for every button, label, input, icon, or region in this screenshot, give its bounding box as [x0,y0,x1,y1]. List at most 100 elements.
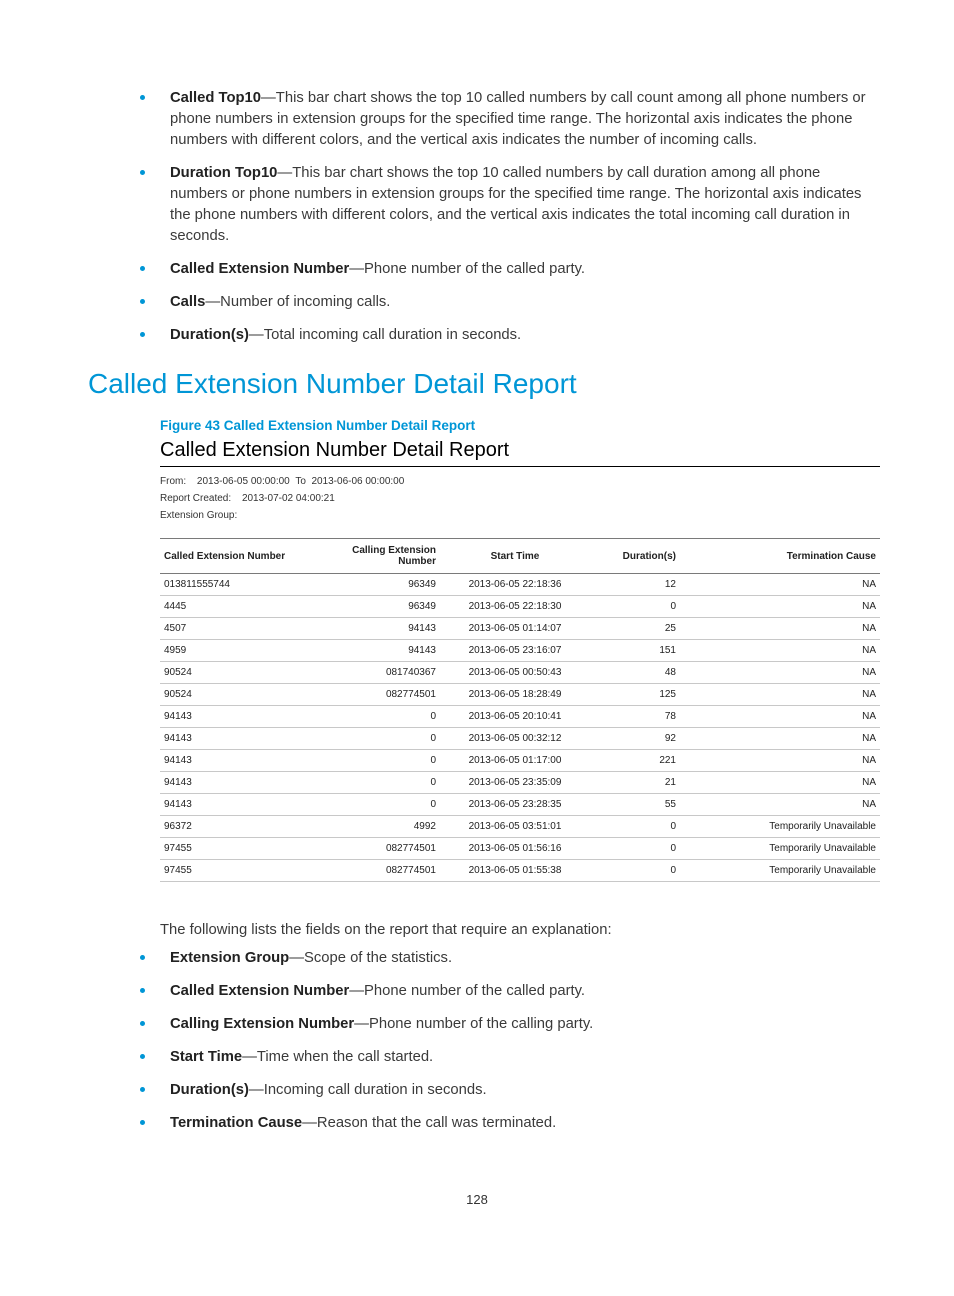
term-desc: —Incoming call duration in seconds. [249,1082,487,1098]
term: Start Time [170,1049,242,1065]
table-cell: NA [680,772,880,794]
term-desc: —This bar chart shows the top 10 called … [170,90,866,148]
from-value: 2013-06-05 00:00:00 [197,476,290,487]
table-cell: 2013-06-05 01:55:38 [440,860,590,882]
table-cell: 12 [590,574,680,596]
term: Duration(s) [170,327,249,343]
list-item: Duration(s)—Total incoming call duration… [140,325,866,346]
table-cell: 96372 [160,816,310,838]
list-item: Called Extension Number—Phone number of … [140,259,866,280]
list-item: Called Extension Number—Phone number of … [140,981,866,1002]
table-cell: 90524 [160,684,310,706]
table-header: Duration(s) [590,539,680,574]
table-row: 9414302013-06-05 00:32:1292NA [160,728,880,750]
to-value: 2013-06-06 00:00:00 [311,476,404,487]
table-cell: NA [680,618,880,640]
body-paragraph: The following lists the fields on the re… [160,922,866,938]
table-row: 013811555744963492013-06-05 22:18:3612NA [160,574,880,596]
table-cell: 90524 [160,662,310,684]
table-cell: NA [680,728,880,750]
term: Extension Group [170,950,289,966]
table-row: 9414302013-06-05 23:28:3555NA [160,794,880,816]
table-row: 4445963492013-06-05 22:18:300NA [160,596,880,618]
table-cell: 94143 [160,772,310,794]
list-item: Termination Cause—Reason that the call w… [140,1113,866,1134]
page-number: 128 [88,1152,866,1207]
table-cell: 2013-06-05 01:56:16 [440,838,590,860]
from-label: From: [160,476,186,487]
table-header: Start Time [440,539,590,574]
table-cell: 4507 [160,618,310,640]
table-cell: NA [680,662,880,684]
top-bullet-list: Called Top10—This bar chart shows the to… [88,88,866,346]
table-row: 905240817403672013-06-05 00:50:4348NA [160,662,880,684]
table-header: Termination Cause [680,539,880,574]
table-cell: NA [680,750,880,772]
table-row: 905240827745012013-06-05 18:28:49125NA [160,684,880,706]
to-label: To [295,476,306,487]
table-cell: 2013-06-05 01:17:00 [440,750,590,772]
table-cell: NA [680,706,880,728]
table-cell: 2013-06-05 01:14:07 [440,618,590,640]
table-cell: 94143 [160,706,310,728]
table-cell: 94143 [310,640,440,662]
table-header: Calling Extension Number [310,539,440,574]
term: Called Top10 [170,90,261,106]
table-cell: NA [680,596,880,618]
bottom-bullet-list: Extension Group—Scope of the statistics.… [88,948,866,1134]
figure-caption: Figure 43 Called Extension Number Detail… [160,418,866,433]
table-cell: 2013-06-05 00:50:43 [440,662,590,684]
table-cell: 151 [590,640,680,662]
report-title: Called Extension Number Detail Report [160,439,880,467]
term-desc: —Phone number of the called party. [349,261,585,277]
table-cell: 2013-06-05 18:28:49 [440,684,590,706]
term-desc: —Phone number of the called party. [349,983,585,999]
list-item: Duration(s)—Incoming call duration in se… [140,1080,866,1101]
table-cell: 0 [590,838,680,860]
table-cell: 4445 [160,596,310,618]
section-heading: Called Extension Number Detail Report [88,368,866,400]
table-cell: NA [680,684,880,706]
table-cell: 94143 [160,750,310,772]
table-cell: NA [680,574,880,596]
term: Termination Cause [170,1115,302,1131]
table-row: 974550827745012013-06-05 01:56:160Tempor… [160,838,880,860]
table-row: 4507941432013-06-05 01:14:0725NA [160,618,880,640]
table-row: 9414302013-06-05 20:10:4178NA [160,706,880,728]
term-desc: —Reason that the call was terminated. [302,1115,556,1131]
table-cell: 2013-06-05 23:16:07 [440,640,590,662]
table-cell: 082774501 [310,684,440,706]
term: Calling Extension Number [170,1016,354,1032]
list-item: Start Time—Time when the call started. [140,1047,866,1068]
table-cell: NA [680,640,880,662]
table-cell: 2013-06-05 23:28:35 [440,794,590,816]
created-value: 2013-07-02 04:00:21 [242,493,335,504]
table-cell: 2013-06-05 00:32:12 [440,728,590,750]
table-cell: 4992 [310,816,440,838]
table-cell: 0 [310,750,440,772]
table-cell: Temporarily Unavailable [680,838,880,860]
table-cell: 2013-06-05 22:18:30 [440,596,590,618]
table-cell: 48 [590,662,680,684]
page-content: Called Top10—This bar chart shows the to… [0,0,954,1247]
created-label: Report Created: [160,493,231,504]
table-cell: 92 [590,728,680,750]
list-item: Duration Top10—This bar chart shows the … [140,163,866,247]
list-item: Calls—Number of incoming calls. [140,292,866,313]
table-cell: 082774501 [310,860,440,882]
table-cell: 96349 [310,574,440,596]
table-cell: 2013-06-05 23:35:09 [440,772,590,794]
list-item: Extension Group—Scope of the statistics. [140,948,866,969]
table-cell: 96349 [310,596,440,618]
table-cell: 97455 [160,860,310,882]
term: Calls [170,294,205,310]
table-cell: 94143 [160,728,310,750]
table-cell: 0 [590,816,680,838]
table-cell: 2013-06-05 22:18:36 [440,574,590,596]
table-cell: 0 [310,728,440,750]
table-row: 9414302013-06-05 01:17:00221NA [160,750,880,772]
table-cell: 78 [590,706,680,728]
table-cell: 25 [590,618,680,640]
table-cell: 221 [590,750,680,772]
table-row: 4959941432013-06-05 23:16:07151NA [160,640,880,662]
